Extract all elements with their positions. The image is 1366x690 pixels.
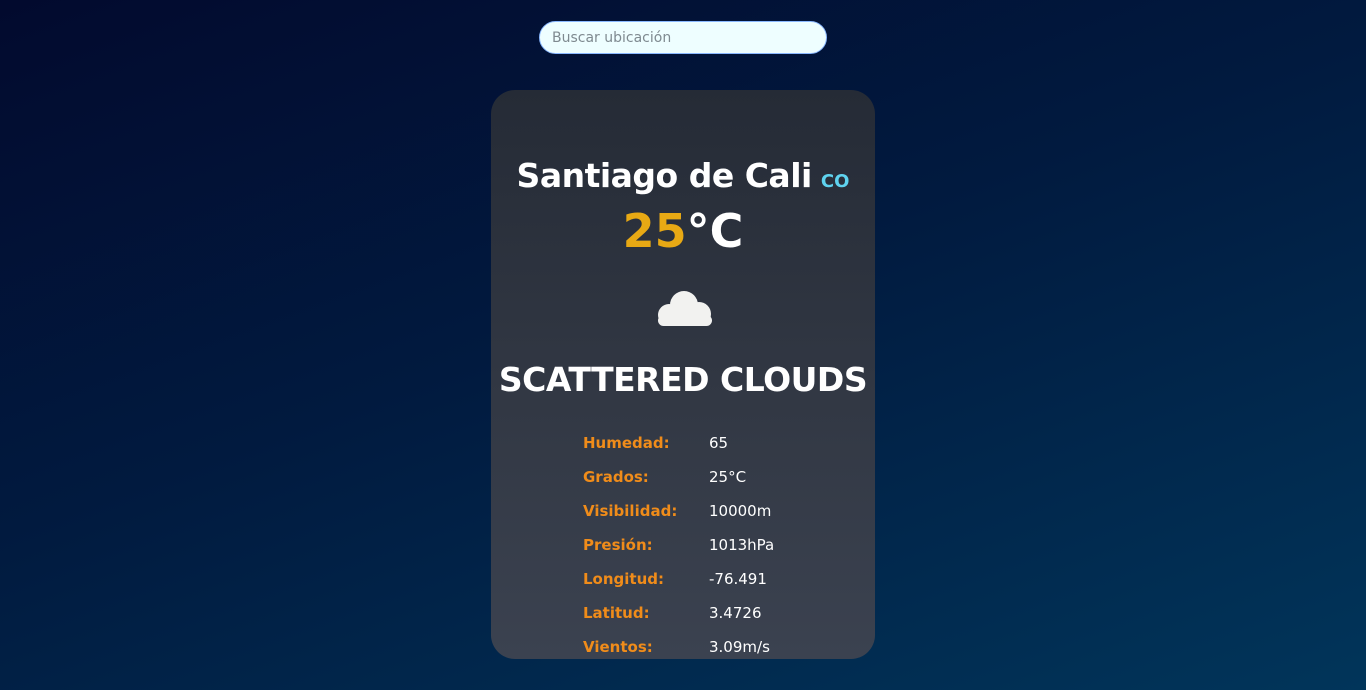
weather-card: Santiago de Cali CO 25°C SCATTERED CLOUD… xyxy=(491,90,875,659)
detail-label: Humedad: xyxy=(583,434,670,452)
weather-details: Humedad: 65 Grados: 25°C Visibilidad: 10… xyxy=(583,426,843,659)
detail-label: Presión: xyxy=(583,536,653,554)
detail-row-latitude: Latitud: 3.4726 xyxy=(583,596,843,630)
temperature-unit: °C xyxy=(686,204,744,258)
detail-value: -76.491 xyxy=(709,570,767,588)
detail-label: Vientos: xyxy=(583,638,653,656)
detail-label: Grados: xyxy=(583,468,649,486)
detail-row-longitude: Longitud: -76.491 xyxy=(583,562,843,596)
search-input[interactable] xyxy=(539,21,827,54)
detail-value: 3.4726 xyxy=(709,604,762,622)
detail-row-humidity: Humedad: 65 xyxy=(583,426,843,460)
detail-value: 10000m xyxy=(709,502,772,520)
detail-label: Visibilidad: xyxy=(583,502,678,520)
city-name: Santiago de Cali xyxy=(516,156,813,195)
detail-row-pressure: Presión: 1013hPa xyxy=(583,528,843,562)
country-code: CO xyxy=(820,171,850,192)
detail-value: 1013hPa xyxy=(709,536,775,554)
detail-label: Latitud: xyxy=(583,604,650,622)
detail-value: 65 xyxy=(709,434,729,452)
temperature-display: 25°C xyxy=(491,208,875,254)
detail-value: 25°C xyxy=(709,468,747,486)
detail-label: Longitud: xyxy=(583,570,665,588)
detail-row-degrees: Grados: 25°C xyxy=(583,460,843,494)
location-header: Santiago de Cali CO xyxy=(491,156,875,195)
search-bar xyxy=(539,21,827,54)
temperature-value: 25 xyxy=(622,204,687,258)
detail-row-visibility: Visibilidad: 10000m xyxy=(583,494,843,528)
weather-description: SCATTERED CLOUDS xyxy=(498,360,868,399)
detail-row-winds: Vientos: 3.09m/s xyxy=(583,630,843,659)
cloud-icon xyxy=(658,291,712,326)
detail-value: 3.09m/s xyxy=(709,638,770,656)
